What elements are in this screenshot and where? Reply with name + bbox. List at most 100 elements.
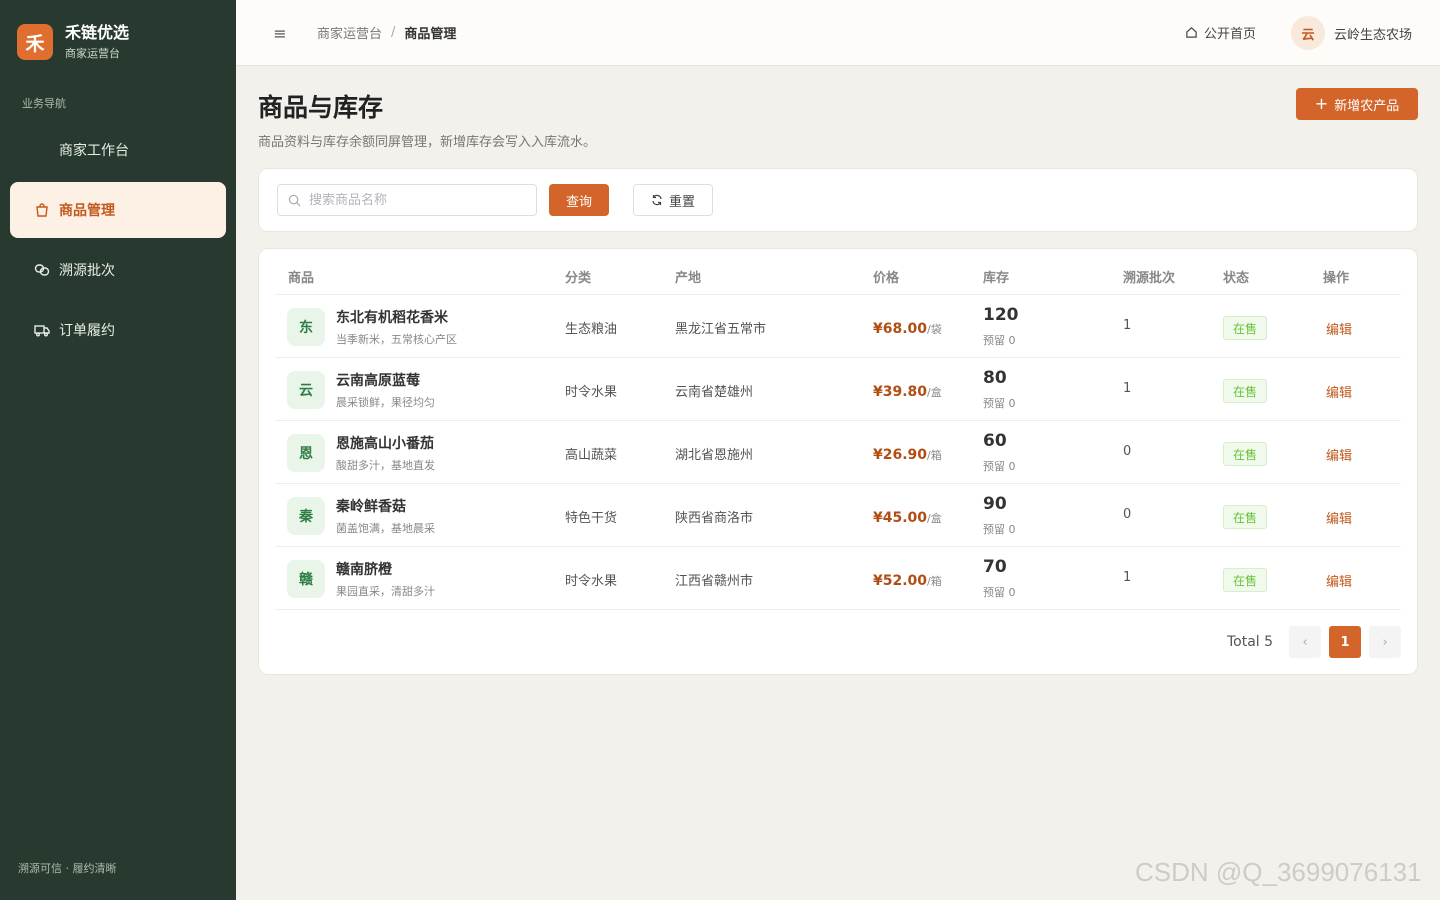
breadcrumb-separator: / <box>391 25 396 40</box>
pagination-total: Total 5 <box>1227 634 1274 650</box>
column-header-price: 价格 <box>873 271 900 286</box>
sidebar-item-products[interactable]: 商品管理 <box>10 182 226 238</box>
add-product-label: 新增农产品 <box>1334 98 1400 114</box>
brand-subtitle: 商家运营台 <box>65 47 120 60</box>
product-price: ¥52.00/箱 <box>873 570 942 589</box>
home-icon <box>1186 27 1197 38</box>
next-page-button[interactable]: › <box>1369 626 1402 658</box>
status-badge: 在售 <box>1223 442 1268 466</box>
product-name: 东北有机稻花香米 <box>336 310 448 326</box>
column-header-product: 商品 <box>288 271 315 286</box>
status-badge: 在售 <box>1223 379 1268 403</box>
price-unit: /箱 <box>927 575 942 588</box>
search-box[interactable] <box>277 184 537 216</box>
sidebar-item-orders[interactable]: 订单履约 <box>10 302 226 358</box>
reset-button[interactable]: 重置 <box>633 184 713 216</box>
sidebar-item-trace-batches[interactable]: 溯源批次 <box>10 242 226 298</box>
product-batches: 1 <box>1123 570 1132 585</box>
product-stock: 90 <box>983 494 1007 514</box>
plus-icon: + <box>1314 94 1329 113</box>
product-price: ¥45.00/盒 <box>873 507 942 526</box>
breadcrumb-item-current: 商品管理 <box>404 27 457 42</box>
product-avatar: 秦 <box>287 497 325 535</box>
search-input[interactable] <box>309 192 529 208</box>
search-card: 查询 重置 <box>258 168 1418 232</box>
product-category: 特色干货 <box>565 511 618 526</box>
brand-name: 禾链优选 <box>65 23 130 42</box>
product-avatar: 赣 <box>287 560 325 598</box>
menu-toggle-icon[interactable]: ≡ <box>272 23 288 43</box>
product-table-card: 商品 分类 产地 价格 库存 溯源批次 状态 操作 东 东北有机稻花香米 当季新… <box>258 248 1418 675</box>
price-amount: ¥39.80 <box>873 384 928 400</box>
edit-link[interactable]: 编辑 <box>1326 445 1352 464</box>
sidebar: 禾 禾链优选 商家运营台 业务导航 商家工作台 商品管理 溯源批次 订单履约 溯… <box>0 0 236 900</box>
edit-link[interactable]: 编辑 <box>1326 382 1352 401</box>
product-name: 赣南脐橙 <box>336 562 392 578</box>
product-avatar: 东 <box>287 308 325 346</box>
product-origin: 江西省赣州市 <box>675 574 754 589</box>
product-reserved: 预留 0 <box>983 334 1016 347</box>
sidebar-item-dashboard[interactable]: 商家工作台 <box>10 122 226 178</box>
price-amount: ¥26.90 <box>873 447 928 463</box>
product-stock: 70 <box>983 557 1007 577</box>
public-home-link[interactable]: 公开首页 <box>1185 23 1256 42</box>
user-menu[interactable]: 云 云岭生态农场 <box>1291 16 1412 50</box>
table-row: 赣 赣南脐橙 果园直采，清甜多汁 时令水果 江西省赣州市 ¥52.00/箱 70… <box>275 547 1401 610</box>
query-button[interactable]: 查询 <box>549 184 609 216</box>
product-origin: 黑龙江省五常市 <box>675 322 767 337</box>
prev-page-button[interactable]: ‹ <box>1289 626 1322 658</box>
product-category: 生态粮油 <box>565 322 618 337</box>
price-amount: ¥68.00 <box>873 321 928 337</box>
table-row: 秦 秦岭鲜香菇 菌盖饱满，基地晨采 特色干货 陕西省商洛市 ¥45.00/盒 9… <box>275 484 1401 547</box>
price-unit: /箱 <box>927 449 942 462</box>
page-number-button[interactable]: 1 <box>1329 626 1362 658</box>
product-name: 秦岭鲜香菇 <box>336 499 406 515</box>
status-badge: 在售 <box>1223 316 1268 340</box>
truck-icon <box>34 322 50 338</box>
product-category: 高山蔬菜 <box>565 448 618 463</box>
table-row: 云 云南高原蓝莓 晨采锁鲜，果径均匀 时令水果 云南省楚雄州 ¥39.80/盒 … <box>275 358 1401 421</box>
product-origin: 湖北省恩施州 <box>675 448 754 463</box>
column-header-status: 状态 <box>1223 271 1250 286</box>
product-batches: 0 <box>1123 444 1132 459</box>
price-amount: ¥45.00 <box>873 510 928 526</box>
breadcrumb-item-home[interactable]: 商家运营台 <box>317 23 382 42</box>
user-name: 云岭生态农场 <box>1334 27 1413 43</box>
refresh-icon <box>652 194 662 206</box>
product-category: 时令水果 <box>565 574 618 589</box>
status-badge: 在售 <box>1223 568 1268 592</box>
reset-label: 重置 <box>668 194 695 210</box>
product-reserved: 预留 0 <box>983 397 1016 410</box>
brand[interactable]: 禾 禾链优选 商家运营台 <box>17 23 129 61</box>
brand-text: 禾链优选 商家运营台 <box>65 23 129 61</box>
status-badge: 在售 <box>1223 505 1268 529</box>
product-avatar: 云 <box>287 371 325 409</box>
price-unit: /袋 <box>927 323 942 336</box>
breadcrumb: 商家运营台 / 商品管理 <box>317 23 456 42</box>
product-price: ¥68.00/袋 <box>873 318 942 337</box>
sidebar-item-label: 商品管理 <box>59 203 115 219</box>
product-description: 酸甜多汁，基地直发 <box>336 459 435 472</box>
column-header-origin: 产地 <box>675 271 702 286</box>
link-icon <box>34 262 50 278</box>
edit-link[interactable]: 编辑 <box>1326 571 1352 590</box>
product-category: 时令水果 <box>565 385 618 400</box>
page-description: 商品资料与库存余额同屏管理，新增库存会写入入库流水。 <box>258 135 597 150</box>
edit-link[interactable]: 编辑 <box>1326 319 1352 338</box>
public-home-label: 公开首页 <box>1204 27 1257 42</box>
price-unit: /盒 <box>927 512 942 525</box>
product-description: 当季新米，五常核心产区 <box>336 333 457 346</box>
edit-link[interactable]: 编辑 <box>1326 508 1352 527</box>
watermark: CSDN @Q_3699076131 <box>1135 857 1422 887</box>
column-header-category: 分类 <box>565 271 592 286</box>
product-origin: 云南省楚雄州 <box>675 385 754 400</box>
product-name: 恩施高山小番茄 <box>336 436 434 452</box>
add-product-button[interactable]: + 新增农产品 <box>1296 88 1418 120</box>
product-stock: 120 <box>983 305 1019 325</box>
pagination: Total 5 ‹ 1 › <box>1227 626 1402 658</box>
product-description: 菌盖饱满，基地晨采 <box>336 522 435 535</box>
sidebar-item-label: 订单履约 <box>59 323 115 339</box>
column-header-stock: 库存 <box>983 271 1010 286</box>
product-description: 晨采锁鲜，果径均匀 <box>336 396 435 409</box>
page-title: 商品与库存 <box>258 93 384 122</box>
